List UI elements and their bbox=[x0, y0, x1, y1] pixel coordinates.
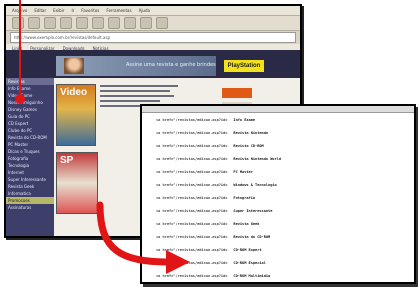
code-prefix: <a href="/revistas/edicao.asp?id= bbox=[156, 169, 228, 174]
back-icon[interactable] bbox=[12, 17, 24, 29]
code-line: <a href="/revistas/edicao.asp?id= Revista… bbox=[142, 230, 414, 243]
refresh-icon[interactable] bbox=[60, 17, 72, 29]
sidebar-item[interactable]: Dicas e Truques bbox=[6, 148, 54, 155]
code-link-text: Info Exame bbox=[233, 117, 256, 122]
code-prefix: <a href="/revistas/edicao.asp?id= bbox=[156, 234, 228, 239]
ad-banner[interactable]: Assine uma revista e ganhe brindes bbox=[56, 56, 216, 76]
sidebar-item[interactable]: Super Interessante bbox=[6, 176, 54, 183]
sidebar-item[interactable]: Revista Geek bbox=[6, 183, 54, 190]
highlight-tab[interactable] bbox=[222, 88, 252, 98]
home-icon[interactable] bbox=[76, 17, 88, 29]
menu-item[interactable]: Ferramentas bbox=[106, 8, 131, 13]
code-link-text: CD-ROM Especial bbox=[233, 260, 266, 265]
sidebar-item[interactable]: Fotografia bbox=[6, 155, 54, 162]
code-link-text: Revista CD-ROM bbox=[233, 143, 264, 148]
code-line: <a href="/revistas/edicao.asp?id= Fotogra… bbox=[142, 191, 414, 204]
code-prefix: <a href="/revistas/edicao.asp?id= bbox=[156, 117, 228, 122]
ad-text: Assine uma revista e ganhe brindes bbox=[126, 62, 216, 68]
sidebar-nav: Revistas Info Exame Video Game Nosso Amigu… bbox=[6, 78, 54, 236]
code-line: <a href="/revistas/edicao.asp?id= Revista… bbox=[142, 152, 414, 165]
sidebar-item[interactable]: Internet bbox=[6, 169, 54, 176]
address-bar[interactable]: http://www.exemplo.com.br/revistas/defau… bbox=[10, 32, 296, 43]
sidebar-item[interactable]: PC Master bbox=[6, 141, 54, 148]
code-link-text: Fotografia bbox=[233, 195, 256, 200]
code-prefix: <a href="/revistas/edicao.asp?id= bbox=[156, 182, 228, 187]
code-prefix: <a href="/revistas/edicao.asp?id= bbox=[156, 247, 228, 252]
magazine-cover[interactable]: Video bbox=[56, 84, 96, 146]
code-prefix: <a href="/revistas/edicao.asp?id= bbox=[156, 260, 228, 265]
logo[interactable]: PlayStation bbox=[224, 60, 264, 72]
sidebar-item[interactable]: Nosso Amiguinho bbox=[6, 99, 54, 106]
mail-icon[interactable] bbox=[140, 17, 152, 29]
figure: ArquivoEditarExibirIrFavoritosFerramenta… bbox=[0, 0, 418, 287]
favorites-icon[interactable] bbox=[108, 17, 120, 29]
menu-item[interactable]: Favoritos bbox=[81, 8, 99, 13]
menu-item[interactable]: Editar bbox=[34, 8, 46, 13]
source-code-window: <a href="/revistas/edicao.asp?id= Info Ex… bbox=[140, 104, 416, 284]
code-line: <a href="/revistas/edicao.asp?id= Revista… bbox=[142, 139, 414, 152]
code-line: <a href="/revistas/edicao.asp?id= Windows… bbox=[142, 178, 414, 191]
code-link-text: Super Interessante bbox=[233, 208, 273, 213]
code-prefix: <a href="/revistas/edicao.asp?id= bbox=[156, 130, 228, 135]
ad-photo bbox=[64, 58, 84, 74]
sidebar-item[interactable]: Tecnologia bbox=[6, 162, 54, 169]
code-prefix: <a href="/revistas/edicao.asp?id= bbox=[156, 273, 228, 278]
code-line: <a href="/revistas/edicao.asp?id= Super I… bbox=[142, 204, 414, 217]
code-line: <a href="/revistas/edicao.asp?id= PC Mast… bbox=[142, 165, 414, 178]
pointer-dot bbox=[15, 94, 25, 104]
code-link-text: Revista Geek bbox=[233, 221, 260, 226]
code-link-text: CD-ROM Multimidia bbox=[233, 273, 271, 278]
menu-item[interactable]: Ajuda bbox=[139, 8, 150, 13]
code-link-text: CD-ROM Expert bbox=[233, 247, 262, 252]
code-window-bar bbox=[142, 106, 414, 113]
sidebar-item[interactable]: Disney Games bbox=[6, 106, 54, 113]
menu-bar: ArquivoEditarExibirIrFavoritosFerramenta… bbox=[6, 6, 300, 16]
menu-item[interactable]: Ir bbox=[71, 8, 74, 13]
sidebar-item[interactable]: Clube do PC bbox=[6, 127, 54, 134]
search-icon[interactable] bbox=[92, 17, 104, 29]
code-prefix: <a href="/revistas/edicao.asp?id= bbox=[156, 143, 228, 148]
magazine-cover-2[interactable]: SP bbox=[56, 152, 98, 214]
history-icon[interactable] bbox=[124, 17, 136, 29]
code-prefix: <a href="/revistas/edicao.asp?id= bbox=[156, 208, 228, 213]
code-link-text: Revista Nintendo bbox=[233, 130, 269, 135]
sidebar-item[interactable]: Video Game bbox=[6, 92, 54, 99]
code-line: <a href="/revistas/edicao.asp?id= Info Ex… bbox=[142, 113, 414, 126]
sidebar-item[interactable]: Informatica bbox=[6, 190, 54, 197]
code-link-text: Revista Nintendo World bbox=[233, 156, 282, 161]
forward-icon[interactable] bbox=[28, 17, 40, 29]
code-line: <a href="/revistas/edicao.asp?id= Revista… bbox=[142, 217, 414, 230]
sidebar-item[interactable]: CD Expert bbox=[6, 120, 54, 127]
code-line: <a href="/revistas/edicao.asp?id= CD-ROM … bbox=[142, 269, 414, 282]
print-icon[interactable] bbox=[156, 17, 168, 29]
code-line: <a href="/revistas/edicao.asp?id= Revista… bbox=[142, 126, 414, 139]
code-prefix: <a href="/revistas/edicao.asp?id= bbox=[156, 156, 228, 161]
menu-item[interactable]: Exibir bbox=[53, 8, 64, 13]
header-banner: Assine uma revista e ganhe brindes PlayS… bbox=[6, 50, 300, 78]
nav-header: Revistas bbox=[6, 78, 54, 85]
code-link-text: Windows & Tecnologia bbox=[233, 182, 277, 187]
sidebar-item[interactable]: Guia do PC bbox=[6, 113, 54, 120]
sidebar-item[interactable]: Promocoes bbox=[6, 197, 54, 204]
code-link-text: PC Master bbox=[233, 169, 253, 174]
sidebar-item[interactable]: Info Exame bbox=[6, 85, 54, 92]
magazine-title-2: SP bbox=[60, 155, 74, 166]
code-link-text: Revista do CD-ROM bbox=[233, 234, 271, 239]
toolbar bbox=[6, 16, 300, 31]
sidebar-item[interactable]: Revista do CD-ROM bbox=[6, 134, 54, 141]
code-line: <a href="/revistas/edicao.asp?id= CD-ROM … bbox=[142, 256, 414, 269]
stop-icon[interactable] bbox=[44, 17, 56, 29]
code-line: <a href="/revistas/edicao.asp?id= CD-ROM … bbox=[142, 243, 414, 256]
sidebar-item[interactable]: Assinaturas bbox=[6, 204, 54, 211]
magazine-title: Video bbox=[60, 87, 88, 98]
pointer-line bbox=[19, 0, 21, 96]
code-prefix: <a href="/revistas/edicao.asp?id= bbox=[156, 221, 228, 226]
code-prefix: <a href="/revistas/edicao.asp?id= bbox=[156, 195, 228, 200]
